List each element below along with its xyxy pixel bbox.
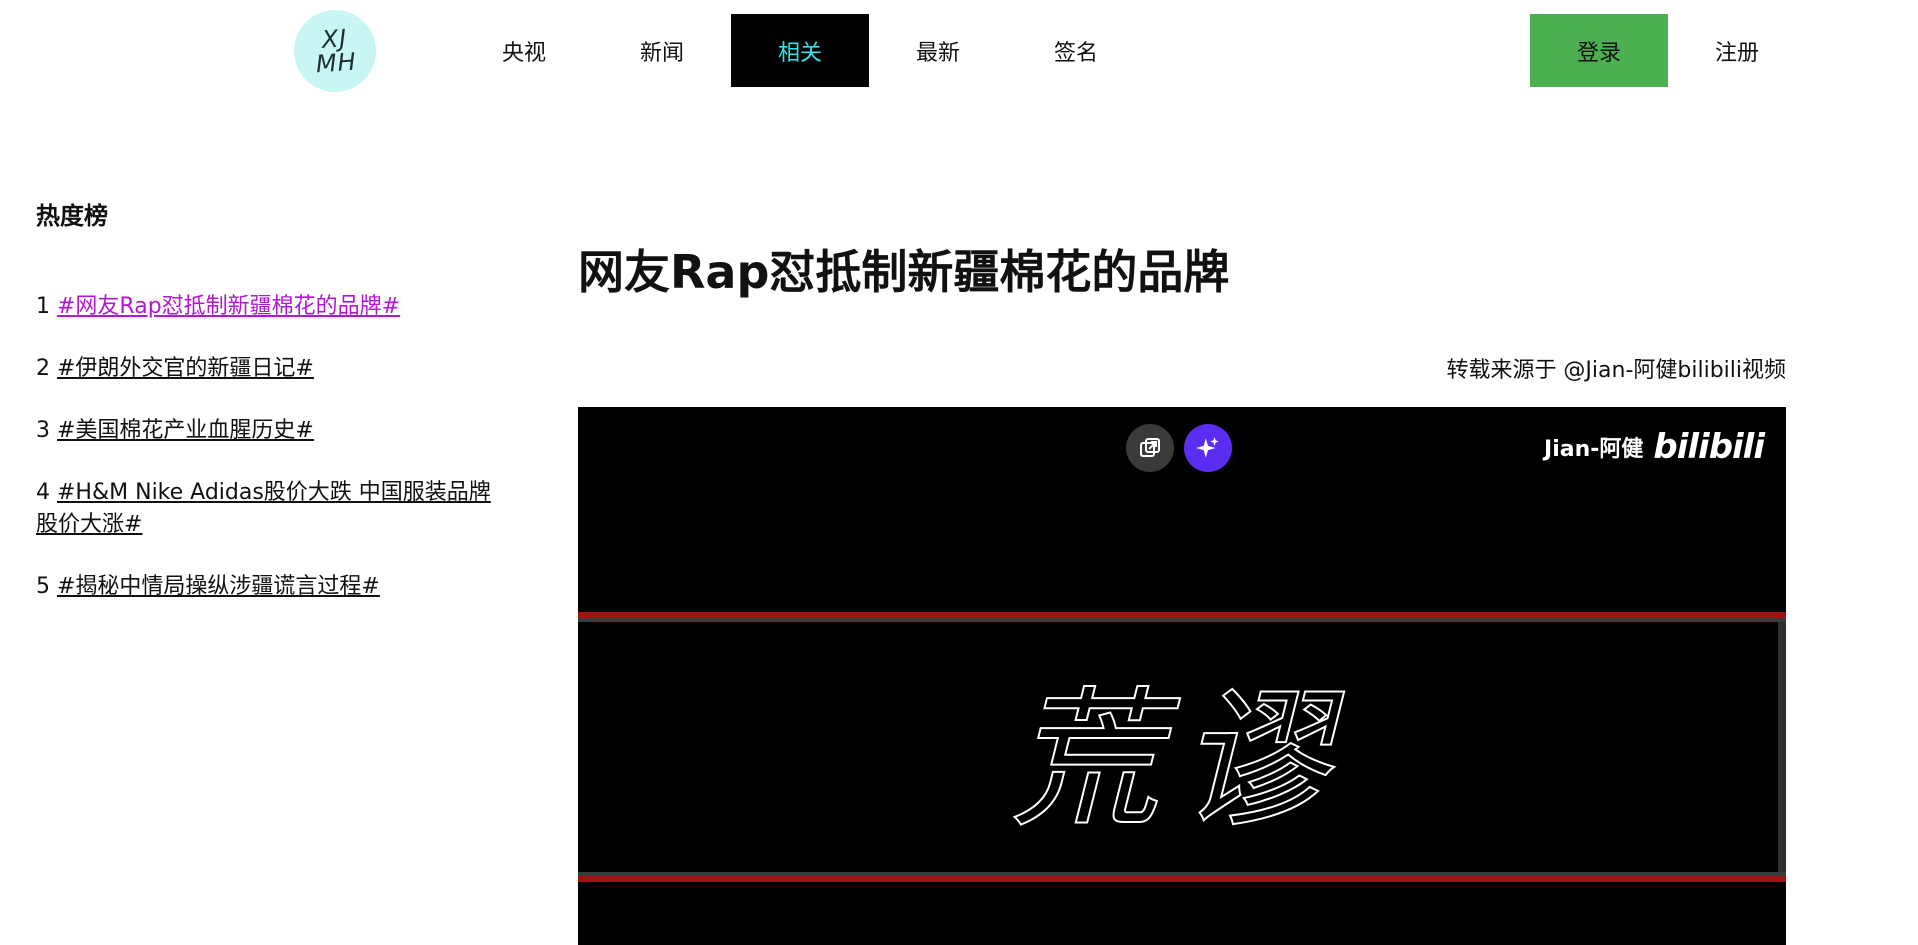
ai-sparkle-button[interactable] [1184, 424, 1232, 472]
hot-link[interactable]: #美国棉花产业血腥历史# [57, 418, 314, 443]
hot-rank: 3 [36, 418, 50, 443]
hot-list-title: 热度榜 [36, 202, 108, 230]
hot-link[interactable]: #网友Rap怼抵制新疆棉花的品牌# [57, 294, 400, 319]
picture-in-picture-icon [1140, 438, 1160, 457]
nav-item-cctv[interactable]: 央视 [455, 14, 593, 87]
video-caption-band: 荒谬 [578, 612, 1786, 882]
picture-in-picture-button[interactable] [1126, 424, 1174, 472]
hot-link[interactable]: #伊朗外交官的新疆日记# [57, 356, 314, 381]
sparkle-icon [1196, 437, 1219, 458]
band-bottom-line [578, 876, 1786, 882]
hot-rank: 5 [36, 574, 50, 599]
hot-list-item: 4 #H&M Nike Adidas股价大跌 中国服装品牌股价大涨# [36, 477, 496, 541]
watermark-author: Jian-阿健 [1544, 437, 1644, 462]
nav-item-news[interactable]: 新闻 [593, 14, 731, 87]
site-logo[interactable]: XJ MH [294, 10, 376, 92]
band-right-edge [1778, 622, 1786, 872]
article-source: 转载来源于 @Jian-阿健bilibili视频 [1446, 358, 1786, 383]
hot-rank: 2 [36, 356, 50, 381]
article-title: 网友Rap怼抵制新疆棉花的品牌 [578, 245, 1230, 299]
nav-item-related[interactable]: 相关 [731, 14, 869, 87]
hot-list-item: 1 #网友Rap怼抵制新疆棉花的品牌# [36, 291, 496, 323]
hot-link[interactable]: #揭秘中情局操纵涉疆谎言过程# [57, 574, 380, 599]
hot-link[interactable]: #H&M Nike Adidas股价大跌 中国服装品牌股价大涨# [36, 480, 491, 537]
main-nav: 央视 新闻 相关 最新 签名 [455, 14, 1145, 87]
login-button[interactable]: 登录 [1530, 14, 1668, 87]
video-caption-text: 荒谬 [1009, 673, 1346, 849]
watermark-logo: bilibili [1653, 427, 1765, 467]
logo-text: XJ MH [314, 24, 358, 79]
hot-list-item: 3 #美国棉花产业血腥历史# [36, 415, 496, 447]
hot-rank: 1 [36, 294, 50, 319]
video-player[interactable]: Jian-阿健 bilibili 荒谬 [578, 407, 1786, 945]
nav-item-signature[interactable]: 签名 [1007, 14, 1145, 87]
hot-list-sidebar: 热度榜 1 #网友Rap怼抵制新疆棉花的品牌# 2 #伊朗外交官的新疆日记# 3… [36, 196, 496, 633]
nav-item-latest[interactable]: 最新 [869, 14, 1007, 87]
hot-rank: 4 [36, 480, 50, 505]
site-header: XJ MH 央视 新闻 相关 最新 签名 登录 注册 [0, 0, 1918, 102]
hot-list-item: 2 #伊朗外交官的新疆日记# [36, 353, 496, 385]
hot-list: 1 #网友Rap怼抵制新疆棉花的品牌# 2 #伊朗外交官的新疆日记# 3 #美国… [36, 291, 496, 603]
video-watermark: Jian-阿健 bilibili [1544, 427, 1765, 467]
register-button[interactable]: 注册 [1668, 14, 1806, 87]
hot-list-item: 5 #揭秘中情局操纵涉疆谎言过程# [36, 571, 496, 603]
